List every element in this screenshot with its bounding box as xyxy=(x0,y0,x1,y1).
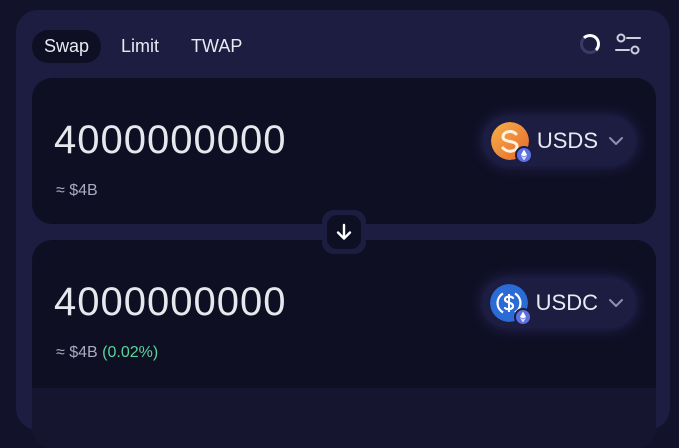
buy-token-symbol: USDC xyxy=(535,290,598,315)
buy-usd-value: ≈ $4B (0.02%) xyxy=(56,344,158,362)
swap-mode-tabs: Swap Limit TWAP xyxy=(32,29,254,63)
sell-amount-input[interactable]: 4000000000 xyxy=(54,118,286,163)
usds-token-icon xyxy=(490,122,533,164)
switch-tokens-button[interactable] xyxy=(322,210,366,254)
price-impact: (0.02%) xyxy=(102,344,159,361)
chevron-down-icon xyxy=(609,299,623,307)
usdc-token-icon xyxy=(489,284,532,326)
tab-swap[interactable]: Swap xyxy=(32,29,102,63)
tab-twap[interactable]: TWAP xyxy=(179,30,254,63)
refresh-timer-icon[interactable] xyxy=(580,34,600,54)
sell-token-symbol: USDS xyxy=(536,128,598,153)
swap-widget: Swap Limit TWAP 4000000000 ≈ $4B USDS 40… xyxy=(16,10,670,448)
sell-panel: 4000000000 ≈ $4B USDS xyxy=(32,78,656,224)
buy-token-selector[interactable]: USDC xyxy=(481,278,636,328)
chevron-down-icon xyxy=(609,137,623,145)
arrow-down-icon xyxy=(336,223,352,240)
ethereum-icon xyxy=(514,146,533,164)
sell-token-selector[interactable]: USDS xyxy=(482,116,636,166)
ethereum-icon xyxy=(513,308,532,326)
tab-limit[interactable]: Limit xyxy=(109,30,171,63)
settings-sliders-icon[interactable] xyxy=(614,32,642,56)
switch-button-inner xyxy=(327,215,361,249)
sell-usd-value: ≈ $4B xyxy=(56,182,98,199)
buy-amount-output[interactable]: 4000000000 xyxy=(54,280,286,325)
buy-usd-amount: ≈ $4B xyxy=(56,344,98,361)
route-details-area xyxy=(32,388,656,448)
buy-panel: 4000000000 ≈ $4B (0.02%) USDC xyxy=(32,240,656,448)
